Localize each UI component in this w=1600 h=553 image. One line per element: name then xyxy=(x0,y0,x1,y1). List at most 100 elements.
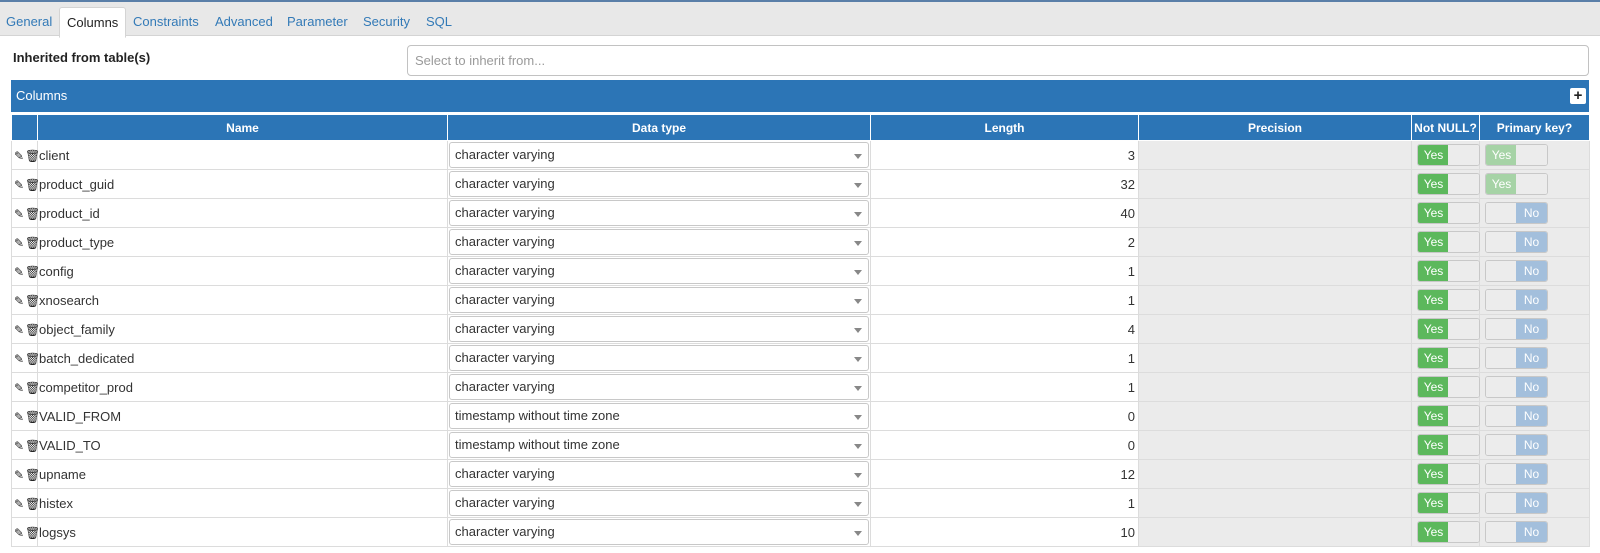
edit-icon[interactable]: ✎ xyxy=(13,265,25,279)
column-name-cell[interactable]: object_family xyxy=(37,314,448,344)
data-type-select[interactable]: character varying xyxy=(449,142,869,168)
primary-key-toggle[interactable]: No xyxy=(1485,347,1548,369)
edit-icon[interactable]: ✎ xyxy=(13,526,25,540)
edit-icon[interactable]: ✎ xyxy=(13,178,25,192)
tab-advanced[interactable]: Advanced xyxy=(215,7,273,37)
data-type-select[interactable]: character varying xyxy=(449,316,869,342)
column-name-cell[interactable]: batch_dedicated xyxy=(37,343,448,373)
trash-icon[interactable]: 🗑 xyxy=(25,352,40,366)
column-name-cell[interactable]: product_type xyxy=(37,227,448,257)
not-null-toggle[interactable]: Yes xyxy=(1417,173,1480,195)
trash-icon[interactable]: 🗑 xyxy=(25,265,40,279)
length-cell[interactable]: 10 xyxy=(870,517,1139,547)
trash-icon[interactable]: 🗑 xyxy=(25,236,40,250)
trash-icon[interactable]: 🗑 xyxy=(25,410,40,424)
not-null-toggle[interactable]: Yes xyxy=(1417,202,1480,224)
length-cell[interactable]: 1 xyxy=(870,488,1139,518)
not-null-toggle[interactable]: Yes xyxy=(1417,318,1480,340)
primary-key-toggle[interactable]: No xyxy=(1485,434,1548,456)
primary-key-toggle[interactable]: No xyxy=(1485,260,1548,282)
data-type-select[interactable]: character varying xyxy=(449,374,869,400)
length-cell[interactable]: 1 xyxy=(870,343,1139,373)
length-cell[interactable]: 1 xyxy=(870,285,1139,315)
inherit-select-input[interactable] xyxy=(407,45,1589,76)
not-null-toggle[interactable]: Yes xyxy=(1417,347,1480,369)
tab-security[interactable]: Security xyxy=(363,7,410,37)
primary-key-toggle[interactable]: No xyxy=(1485,521,1548,543)
trash-icon[interactable]: 🗑 xyxy=(25,178,40,192)
tab-columns[interactable]: Columns xyxy=(59,7,127,38)
edit-icon[interactable]: ✎ xyxy=(13,352,25,366)
data-type-select[interactable]: character varying xyxy=(449,229,869,255)
data-type-select[interactable]: character varying xyxy=(449,345,869,371)
column-name-cell[interactable]: xnosearch xyxy=(37,285,448,315)
edit-icon[interactable]: ✎ xyxy=(13,207,25,221)
header-precision[interactable]: Precision xyxy=(1138,114,1412,141)
length-cell[interactable]: 4 xyxy=(870,314,1139,344)
data-type-select[interactable]: character varying xyxy=(449,200,869,226)
trash-icon[interactable]: 🗑 xyxy=(25,526,40,540)
table-row[interactable]: ✎🗑 VALID_TO timestamp without time zone 0 Ye… xyxy=(11,430,1590,460)
length-cell[interactable]: 0 xyxy=(870,430,1139,460)
trash-icon[interactable]: 🗑 xyxy=(25,468,40,482)
data-type-select[interactable]: character varying xyxy=(449,490,869,516)
table-row[interactable]: ✎🗑 product_guid character varying 32 Yes Yes xyxy=(11,169,1590,199)
edit-icon[interactable]: ✎ xyxy=(13,410,25,424)
length-cell[interactable]: 32 xyxy=(870,169,1139,199)
trash-icon[interactable]: 🗑 xyxy=(25,439,40,453)
add-column-button[interactable]: + xyxy=(1570,88,1586,104)
length-cell[interactable]: 40 xyxy=(870,198,1139,228)
not-null-toggle[interactable]: Yes xyxy=(1417,376,1480,398)
header-data-type[interactable]: Data type xyxy=(447,114,871,141)
table-row[interactable]: ✎🗑 product_id character varying 40 Yes No xyxy=(11,198,1590,228)
column-name-cell[interactable]: client xyxy=(37,140,448,170)
not-null-toggle[interactable]: Yes xyxy=(1417,434,1480,456)
table-row[interactable]: ✎🗑 object_family character varying 4 Yes No xyxy=(11,314,1590,344)
data-type-select[interactable]: character varying xyxy=(449,461,869,487)
trash-icon[interactable]: 🗑 xyxy=(25,497,40,511)
not-null-toggle[interactable]: Yes xyxy=(1417,260,1480,282)
length-cell[interactable]: 12 xyxy=(870,459,1139,489)
primary-key-toggle[interactable]: Yes xyxy=(1485,144,1548,166)
table-row[interactable]: ✎🗑 config character varying 1 Yes No xyxy=(11,256,1590,286)
data-type-select[interactable]: character varying xyxy=(449,519,869,545)
data-type-select[interactable]: timestamp without time zone xyxy=(449,403,869,429)
trash-icon[interactable]: 🗑 xyxy=(25,323,40,337)
not-null-toggle[interactable]: Yes xyxy=(1417,521,1480,543)
column-name-cell[interactable]: VALID_FROM xyxy=(37,401,448,431)
not-null-toggle[interactable]: Yes xyxy=(1417,492,1480,514)
primary-key-toggle[interactable]: No xyxy=(1485,202,1548,224)
table-row[interactable]: ✎🗑 product_type character varying 2 Yes No xyxy=(11,227,1590,257)
length-cell[interactable]: 3 xyxy=(870,140,1139,170)
column-name-cell[interactable]: competitor_prod xyxy=(37,372,448,402)
edit-icon[interactable]: ✎ xyxy=(13,323,25,337)
table-row[interactable]: ✎🗑 xnosearch character varying 1 Yes No xyxy=(11,285,1590,315)
edit-icon[interactable]: ✎ xyxy=(13,236,25,250)
primary-key-toggle[interactable]: No xyxy=(1485,405,1548,427)
trash-icon[interactable]: 🗑 xyxy=(25,381,40,395)
primary-key-toggle[interactable]: No xyxy=(1485,231,1548,253)
header-length[interactable]: Length xyxy=(870,114,1139,141)
edit-icon[interactable]: ✎ xyxy=(13,294,25,308)
table-row[interactable]: ✎🗑 VALID_FROM timestamp without time zone 0… xyxy=(11,401,1590,431)
column-name-cell[interactable]: histex xyxy=(37,488,448,518)
table-row[interactable]: ✎🗑 client character varying 3 Yes Yes xyxy=(11,140,1590,170)
trash-icon[interactable]: 🗑 xyxy=(25,149,40,163)
table-row[interactable]: ✎🗑 competitor_prod character varying 1 Yes No xyxy=(11,372,1590,402)
trash-icon[interactable]: 🗑 xyxy=(25,294,40,308)
not-null-toggle[interactable]: Yes xyxy=(1417,463,1480,485)
tab-general[interactable]: General xyxy=(6,7,52,37)
header-primary-key[interactable]: Primary key? xyxy=(1479,114,1590,141)
primary-key-toggle[interactable]: Yes xyxy=(1485,173,1548,195)
tab-sql[interactable]: SQL xyxy=(426,7,452,37)
data-type-select[interactable]: character varying xyxy=(449,287,869,313)
table-row[interactable]: ✎🗑 upname character varying 12 Yes No xyxy=(11,459,1590,489)
primary-key-toggle[interactable]: No xyxy=(1485,318,1548,340)
primary-key-toggle[interactable]: No xyxy=(1485,289,1548,311)
not-null-toggle[interactable]: Yes xyxy=(1417,289,1480,311)
edit-icon[interactable]: ✎ xyxy=(13,149,25,163)
column-name-cell[interactable]: product_guid xyxy=(37,169,448,199)
not-null-toggle[interactable]: Yes xyxy=(1417,144,1480,166)
header-name[interactable]: Name xyxy=(37,114,448,141)
column-name-cell[interactable]: config xyxy=(37,256,448,286)
